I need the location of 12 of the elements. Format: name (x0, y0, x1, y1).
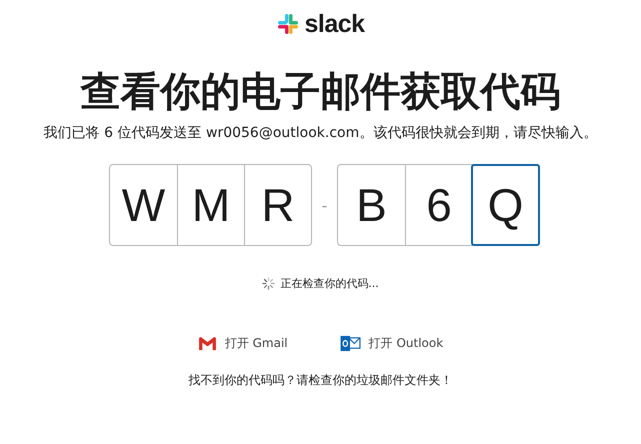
status-text: 正在检查你的代码... (280, 276, 379, 291)
open-mail-link[interactable]: 打开 Outlook (340, 335, 444, 352)
envelope-m-icon (198, 336, 217, 351)
logo-icon (276, 12, 300, 36)
separator-dash: - (320, 196, 328, 214)
open-mail-link[interactable]: 打开 Gmail (198, 335, 288, 352)
page-title: 查看你的电子邮件获取代码 (80, 68, 560, 116)
spinner-icon (262, 277, 276, 290)
instructions-text: 我们已将 6 位代码发送至 wr0056@outlook.com。该代码很快就会到期，请尽快输入。 (44, 124, 598, 142)
outlook-icon (340, 335, 361, 352)
logo-wordmark: slack (304, 10, 365, 38)
spam-hint-text: 找不到你的代码吗？请检查你的垃圾邮件文件夹！ (188, 372, 452, 389)
